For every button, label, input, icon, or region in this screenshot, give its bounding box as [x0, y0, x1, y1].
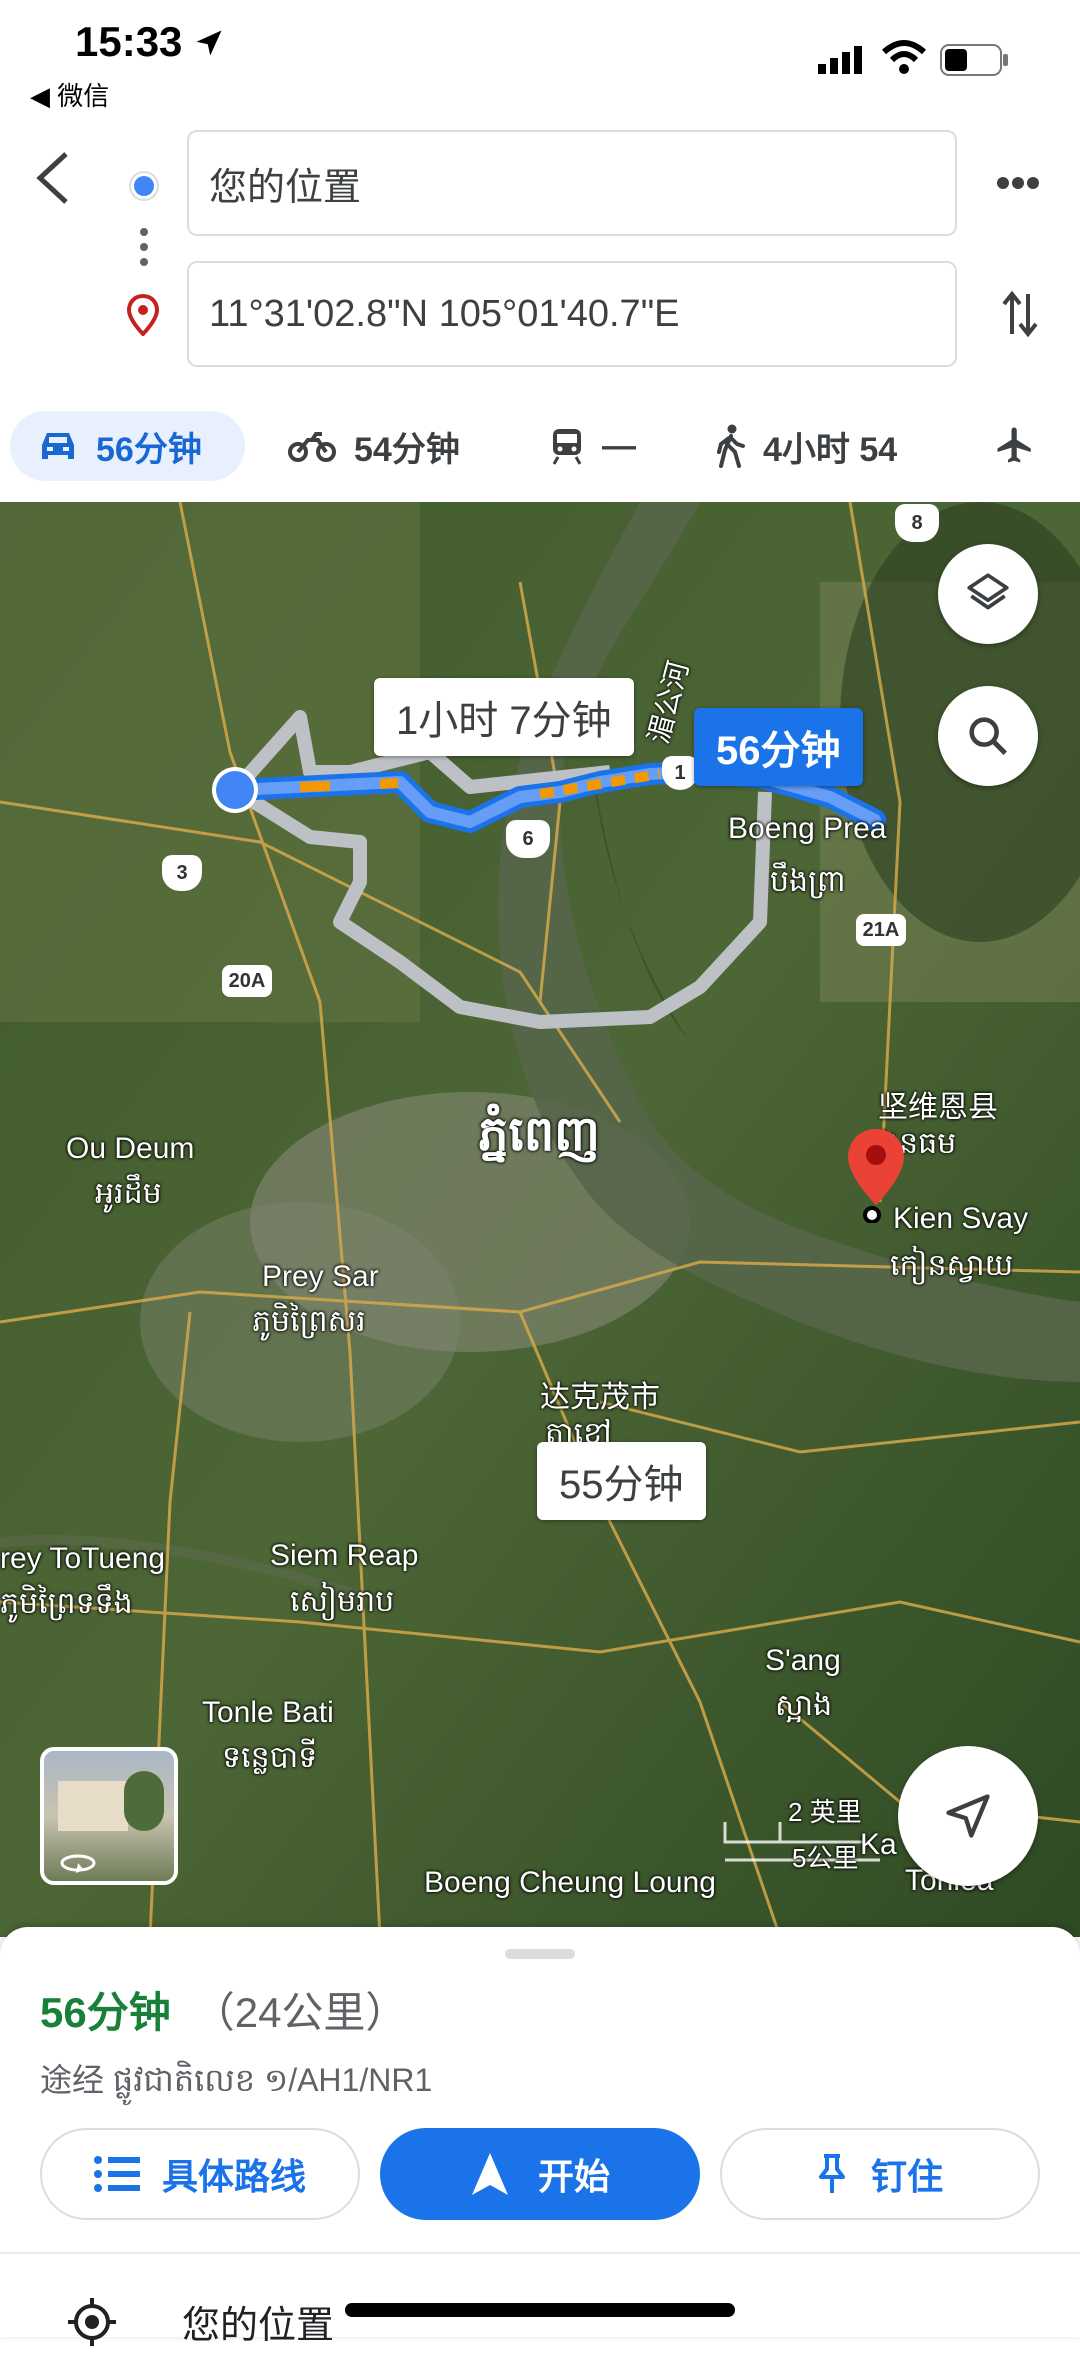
label-ou-deum: Ou Deum	[66, 1132, 195, 1165]
route-duration: 56分钟	[40, 1989, 171, 2036]
airplane-icon	[997, 427, 1031, 463]
scale-km: 5公里	[792, 1843, 859, 1873]
rotate-360-icon	[60, 1854, 96, 1873]
mode-flight-tab[interactable]	[994, 424, 1036, 471]
label-prey-totueng-kh: ភូមិព្រៃទទឹង	[0, 1587, 133, 1620]
road-shield-8: 8	[895, 504, 939, 542]
more-horiz-icon	[997, 177, 1039, 189]
chevron-left-icon	[36, 152, 68, 204]
list-item-origin[interactable]: 您的位置	[182, 2294, 334, 2349]
route-time-alt2[interactable]: 55分钟	[537, 1442, 706, 1520]
signal-icon	[818, 44, 870, 79]
search-icon	[969, 717, 1008, 756]
label-prey-sar: Prey Sar	[262, 1260, 379, 1293]
swap-vert-icon	[1002, 290, 1038, 338]
label-siem-reap: Siem Reap	[270, 1539, 419, 1572]
divider	[0, 2252, 1080, 2254]
more-options-button[interactable]	[996, 176, 1040, 195]
location-arrow-icon	[196, 30, 222, 56]
label-phnom-penh: ភ្នំពេញ	[478, 1108, 600, 1161]
street-view-thumbnail[interactable]	[40, 1747, 178, 1885]
my-location-icon	[66, 2296, 118, 2353]
route-time-alt1[interactable]: 1小时 7分钟	[374, 678, 634, 756]
sheet-drag-handle[interactable]	[505, 1949, 575, 1959]
current-location-marker	[210, 765, 260, 820]
layers-button[interactable]	[938, 544, 1038, 644]
label-kien-svay: Kien Svay	[893, 1202, 1029, 1235]
layers-icon	[967, 573, 1009, 610]
origin-dot-icon	[128, 170, 160, 207]
walk-icon	[717, 424, 745, 468]
train-icon	[552, 429, 582, 465]
route-time-selected[interactable]: 56分钟	[694, 708, 863, 786]
wifi-icon	[881, 40, 927, 79]
swap-button[interactable]	[1000, 288, 1040, 345]
label-ou-deum-kh: អូរដឹម	[95, 1177, 162, 1210]
label-sang: S'ang	[765, 1644, 841, 1677]
scale-miles: 2 英里	[788, 1797, 862, 1827]
motorcycle-icon	[288, 432, 336, 462]
road-shield-20a: 20A	[222, 965, 272, 997]
label-siem-reap-kh: សៀមរាប	[290, 1585, 395, 1618]
road-shield-21a: 21A	[856, 914, 906, 946]
destination-pin-icon	[126, 293, 160, 341]
pin-icon	[818, 2154, 845, 2193]
label-tonle-bati: Tonle Bati	[202, 1696, 334, 1729]
route-via: 途经 ផ្លូវជាតិលេខ ១/AH1/NR1	[40, 2062, 433, 2098]
destination-marker-icon	[844, 1127, 908, 1228]
route-dots-icon	[139, 227, 149, 272]
navigation-icon	[471, 2153, 508, 2195]
mode-drive-tab[interactable]: 56分钟	[10, 411, 245, 481]
status-time: 15:33	[75, 18, 224, 66]
battery-icon	[940, 44, 1010, 81]
label-prey-sar-kh: ភូមិព្រៃសរ	[252, 1305, 366, 1338]
map-view[interactable]: 8 6 1 3 20A 21A 湄公河 Boeng Prea បឹងព្រា O…	[0, 502, 1080, 1937]
mode-motorbike-tab[interactable]: 54分钟	[288, 411, 460, 481]
recenter-button[interactable]	[898, 1746, 1038, 1886]
label-sang-kh: ស្អាង	[775, 1689, 833, 1722]
steps-button[interactable]: 具体路线	[40, 2128, 360, 2220]
back-to-app[interactable]: ◀ 微信	[30, 76, 109, 113]
origin-input[interactable]: 您的位置	[187, 130, 957, 236]
label-boeng-prea: Boeng Prea	[728, 812, 887, 845]
road-shield-6: 6	[506, 820, 550, 858]
mode-transit-tab[interactable]: —	[550, 411, 636, 481]
label-kaoh: Ka	[860, 1828, 897, 1861]
label-dakemao: 达克茂市	[540, 1381, 660, 1414]
search-along-route-button[interactable]	[938, 686, 1038, 786]
label-prey-totueng: rey ToTueng	[0, 1542, 166, 1575]
car-icon	[42, 433, 74, 459]
mode-walk-tab[interactable]: 4小时 54	[715, 411, 897, 481]
destination-input[interactable]: 11°31'02.8"N 105°01'40.7"E	[187, 261, 957, 367]
label-kien-svay-kh: កៀនស្វាយ	[890, 1249, 1014, 1282]
label-kien-svay-cn: 坚维恩县	[878, 1091, 998, 1124]
list-icon	[93, 2156, 140, 2192]
start-navigation-button[interactable]: 开始	[380, 2128, 700, 2220]
home-indicator	[345, 2303, 735, 2317]
label-boeng-cheung-loung: Boeng Cheung Loung	[424, 1866, 716, 1899]
route-summary-line: 56分钟 （24公里）	[40, 1979, 407, 2040]
navigation-arrow-icon	[946, 1794, 990, 1838]
label-boeng-prea-kh: បឹងព្រា	[770, 865, 846, 898]
pin-button[interactable]: 钉住	[720, 2128, 1040, 2220]
route-distance: （24公里）	[192, 1989, 408, 2036]
label-tonle-bati-kh: ទន្លេបាទី	[222, 1741, 318, 1774]
road-shield-3: 3	[162, 855, 202, 891]
back-button[interactable]	[30, 148, 76, 213]
